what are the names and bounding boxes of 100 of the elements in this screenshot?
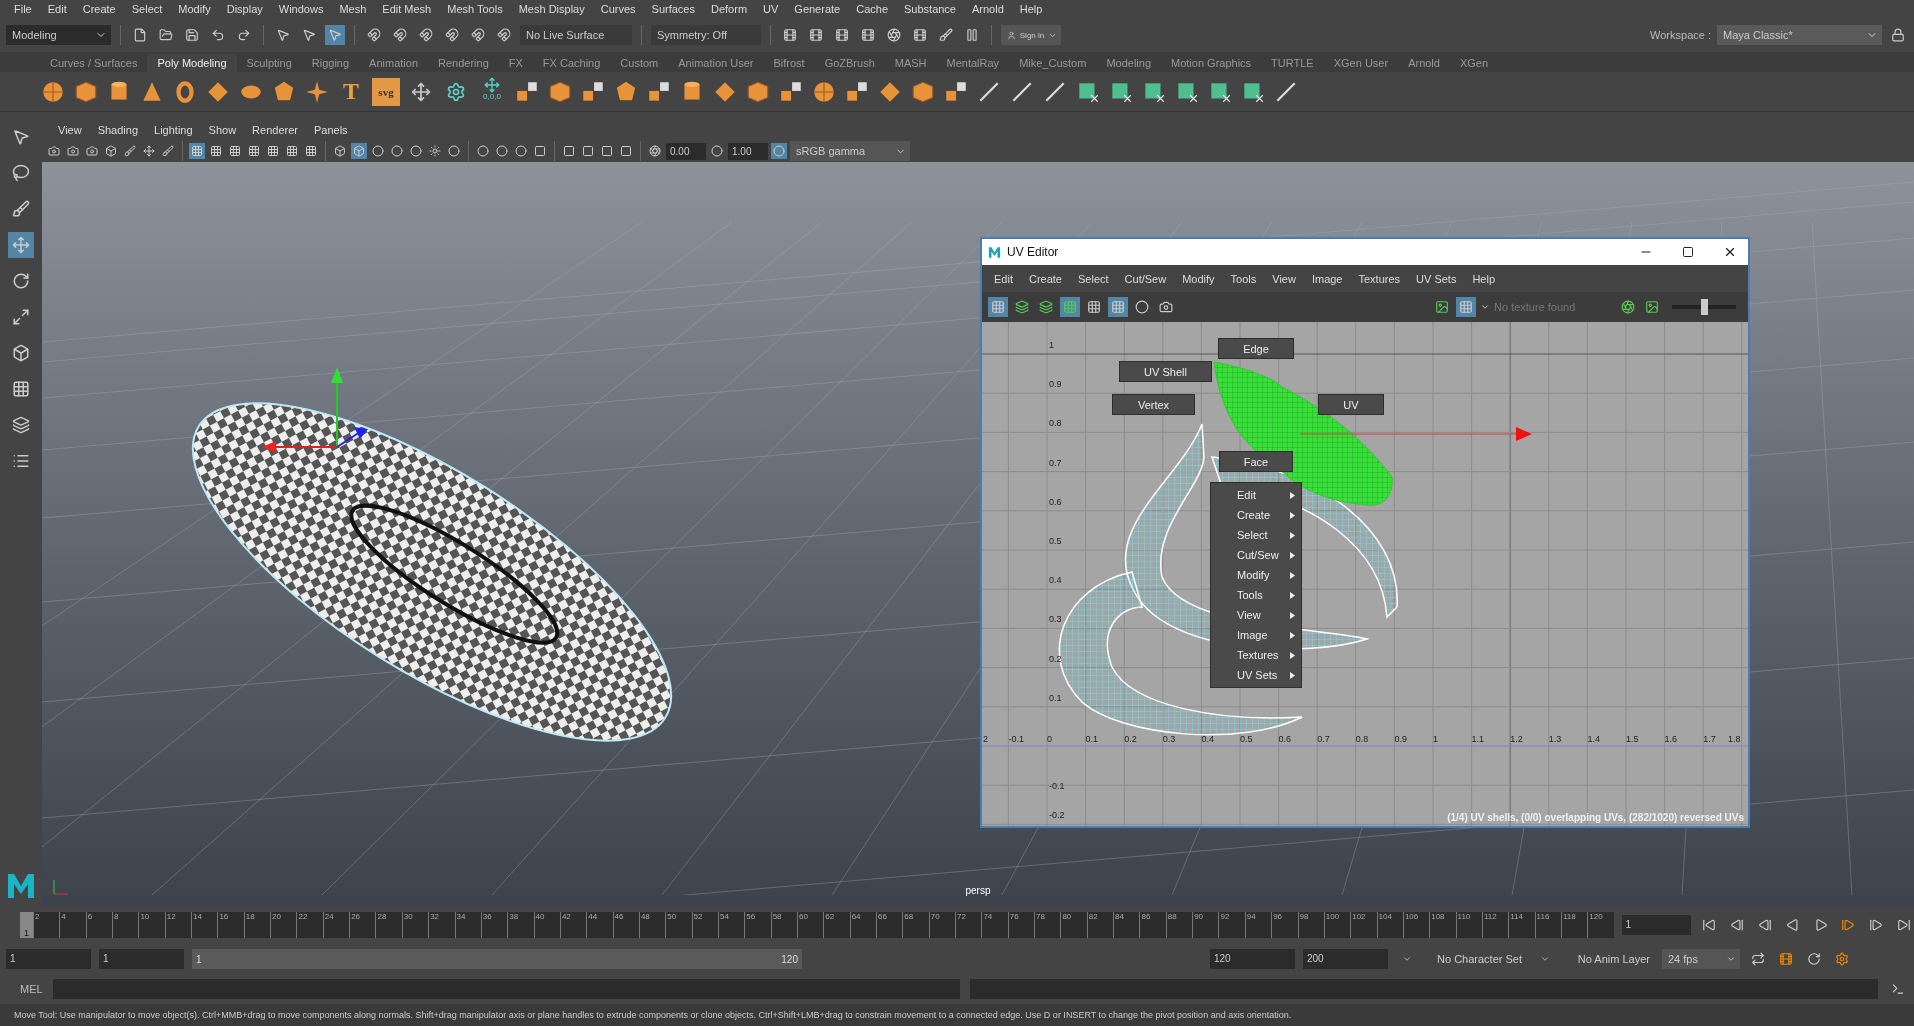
brush-icon[interactable]	[122, 143, 138, 159]
fps-dropdown[interactable]: 24 fps	[1662, 949, 1740, 969]
shelf-tab[interactable]: TURTLE	[1261, 54, 1324, 72]
grid-icon[interactable]	[208, 143, 224, 159]
shelf-tab[interactable]: Animation User	[668, 54, 764, 72]
menu-item[interactable]: Arnold	[964, 3, 1012, 15]
panel-menu-item[interactable]: Shading	[89, 124, 147, 136]
shelf-tab[interactable]: Poly Modeling	[147, 54, 237, 72]
menu-item[interactable]: Windows	[270, 3, 332, 15]
sun-icon[interactable]	[427, 143, 443, 159]
circle-icon[interactable]	[494, 143, 510, 159]
circle-icon[interactable]	[389, 143, 405, 159]
grid-icon[interactable]	[227, 143, 243, 159]
camera-icon[interactable]	[46, 143, 62, 159]
panel-menu-item[interactable]: View	[50, 124, 90, 136]
time-slider[interactable]: 1 2 4 6 8 10 12 14 16 18 20 22 24 26 28 30 32 34 36 38 40 42 44 46 48 50 52 54 56 58 60 62 64 66 68 70 72 74 76 78 80 82 84 86 88 90 92 94 96 98 100 102 104 106 108 110 112 114 116 118 120	[20, 912, 1614, 938]
menu-item[interactable]: Help	[1011, 3, 1051, 15]
menu-item[interactable]: Textures	[1350, 272, 1409, 285]
shelf-tab[interactable]: FX Caching	[532, 54, 611, 72]
end-frame-field[interactable]: 200	[1303, 949, 1388, 969]
playback-start-field[interactable]: 1	[99, 949, 184, 969]
circle-icon[interactable]	[408, 143, 424, 159]
shelf-tab[interactable]: MentalRay	[936, 54, 1010, 72]
menu-item[interactable]: Modify	[170, 3, 219, 15]
component-mode-button[interactable]: UV	[1318, 394, 1384, 415]
current-frame-marker[interactable]: 1	[20, 912, 33, 938]
shelf-tab[interactable]: FX	[498, 54, 533, 72]
menu-item[interactable]: Edit	[39, 3, 75, 15]
square-icon[interactable]	[618, 143, 634, 159]
shelf-tab[interactable]: GoZBrush	[814, 54, 885, 72]
marking-menu-item[interactable]: Image	[1211, 625, 1301, 645]
live-surface-field[interactable]: No Live Surface	[520, 25, 632, 45]
shelf-tab[interactable]: Bifrost	[763, 54, 815, 72]
shelf-tab[interactable]: Curves / Surfaces	[40, 54, 148, 72]
menu-item[interactable]: Surfaces	[643, 3, 703, 15]
start-frame-field[interactable]: 1	[6, 949, 91, 969]
menu-item[interactable]: UV	[755, 3, 787, 15]
menu-item[interactable]: File	[6, 3, 40, 15]
shelf-tab[interactable]: MASH	[884, 54, 937, 72]
svg-tool-button[interactable]: svg	[372, 77, 400, 106]
symmetry-dropdown[interactable]: Symmetry: Off	[651, 25, 761, 45]
menu-item[interactable]: Image	[1303, 272, 1351, 285]
menu-item[interactable]: Tools	[1222, 272, 1265, 285]
component-mode-button[interactable]: Vertex	[1112, 394, 1195, 415]
menu-item[interactable]: Edit Mesh	[374, 3, 440, 15]
menu-item[interactable]: Deform	[703, 3, 756, 15]
menu-item[interactable]: Substance	[896, 3, 964, 15]
shelf-tab[interactable]: Mike_Custom	[1009, 54, 1097, 72]
menu-item[interactable]: Create	[74, 3, 124, 15]
menu-item[interactable]: Mesh Tools	[439, 3, 511, 15]
circle-icon[interactable]	[513, 143, 529, 159]
menu-item[interactable]: Edit	[986, 272, 1021, 285]
shelf-tab[interactable]: Arnold	[1398, 54, 1450, 72]
checker-icon[interactable]	[1456, 297, 1476, 317]
shelf-tab[interactable]: Custom	[610, 54, 669, 72]
brush-icon[interactable]	[160, 143, 176, 159]
marking-menu-item[interactable]: Create	[1211, 505, 1301, 525]
range-slider-bar[interactable]: 1 120	[192, 949, 802, 969]
shelf-tab[interactable]: Sculpting	[236, 54, 302, 72]
shelf-tab[interactable]: Rigging	[301, 54, 360, 72]
shelf-tab[interactable]: Modeling	[1096, 54, 1161, 72]
current-frame-field[interactable]: 1	[1621, 915, 1692, 935]
menu-item[interactable]: Cut/Sew	[1116, 272, 1175, 285]
menu-item[interactable]: UV Sets	[1408, 272, 1465, 285]
grid-icon[interactable]	[265, 143, 281, 159]
component-mode-button[interactable]: Face	[1219, 451, 1293, 472]
exposure-field[interactable]: 0.00	[666, 142, 706, 160]
square-icon[interactable]	[599, 143, 615, 159]
marking-menu-item[interactable]: Tools	[1211, 585, 1301, 605]
marking-menu-item[interactable]: Modify	[1211, 565, 1301, 585]
menu-item[interactable]: Curves	[592, 3, 644, 15]
menu-item[interactable]: Mesh Display	[510, 3, 593, 15]
grid-icon[interactable]	[303, 143, 319, 159]
circle-icon[interactable]	[446, 143, 462, 159]
menu-item[interactable]: Help	[1464, 272, 1504, 285]
circle-icon[interactable]	[370, 143, 386, 159]
shelf-tab[interactable]: Rendering	[428, 54, 499, 72]
menu-item[interactable]: Select	[1070, 272, 1117, 285]
component-mode-button[interactable]: UV Shell	[1119, 361, 1212, 382]
command-input-field[interactable]	[52, 979, 961, 999]
component-mode-button[interactable]: Edge	[1218, 338, 1294, 359]
menu-item[interactable]: Display	[218, 3, 271, 15]
grid-icon[interactable]	[246, 143, 262, 159]
shelf-tab[interactable]: XGen	[1449, 54, 1499, 72]
shelf-tab[interactable]: Animation	[359, 54, 428, 72]
camera-icon[interactable]	[84, 143, 100, 159]
workspace-dropdown[interactable]: Maya Classic*	[1717, 25, 1882, 45]
cube-icon[interactable]	[103, 143, 119, 159]
move-icon[interactable]	[141, 143, 157, 159]
marking-menu-item[interactable]: Edit	[1211, 485, 1301, 505]
slider-thumb[interactable]	[1701, 299, 1708, 315]
uv-canvas[interactable]	[982, 322, 1748, 826]
circle-icon[interactable]	[709, 143, 725, 159]
circle-icon[interactable]	[475, 143, 491, 159]
playback-end-field[interactable]: 120	[1210, 949, 1295, 969]
marking-menu-item[interactable]: Select	[1211, 525, 1301, 545]
panel-menu-item[interactable]: Panels	[305, 124, 356, 136]
marking-menu-item[interactable]: View	[1211, 605, 1301, 625]
marking-menu-item[interactable]: Cut/Sew	[1211, 545, 1301, 565]
shelf-tab[interactable]: XGen User	[1323, 54, 1399, 72]
